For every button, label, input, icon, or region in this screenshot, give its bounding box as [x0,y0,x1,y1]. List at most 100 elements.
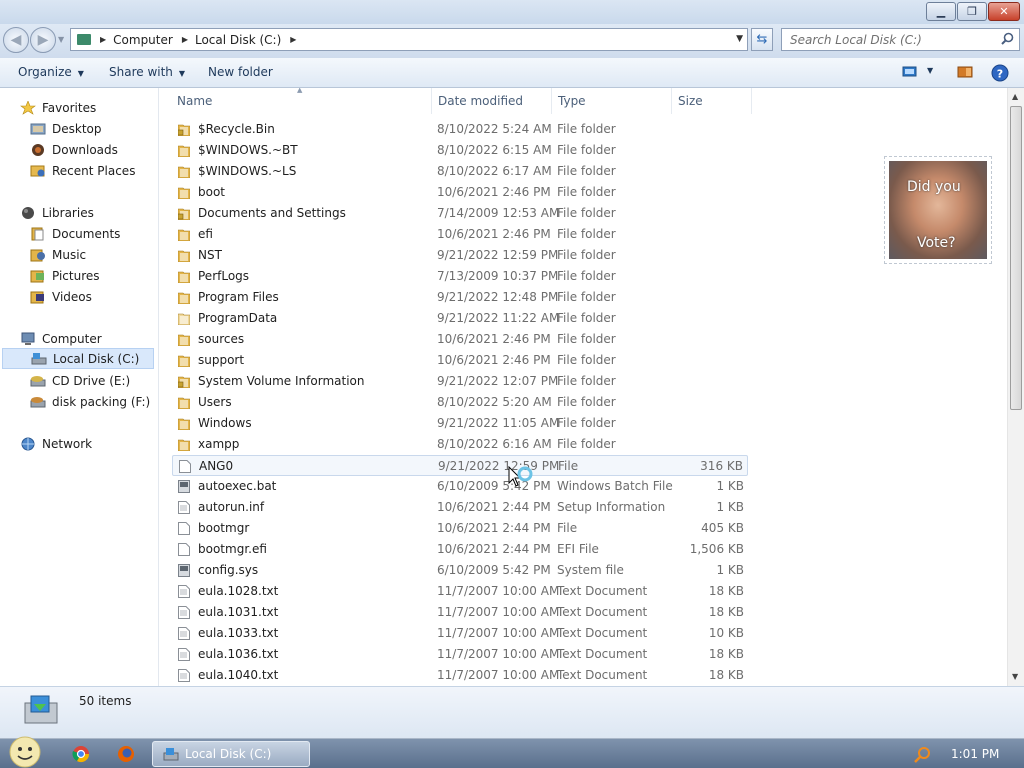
view-options-dropdown-icon[interactable]: ▼ [927,66,933,75]
file-row[interactable]: eula.1028.txt 11/7/2007 10:00 AM Text Docu… [172,581,748,602]
file-type: EFI File [557,542,599,556]
address-dropdown-icon[interactable]: ▼ [736,34,743,44]
pictures-library-icon [30,270,44,282]
column-header-size[interactable]: Size [672,88,752,114]
text-file-icon [178,501,190,514]
picture-caption-line1: Did you [907,179,961,195]
search-icon[interactable] [1001,32,1014,45]
nav-local-disk-label: Local Disk (C:) [53,351,140,366]
breadcrumb-chevron-icon[interactable]: ▶ [182,35,188,44]
nav-computer[interactable]: Computer [20,328,178,349]
file-type: Text Document [557,626,648,640]
svg-text:?: ? [997,68,1003,81]
maximize-button[interactable]: ❐ [957,2,987,21]
file-row[interactable]: $WINDOWS.~BT 8/10/2022 6:15 AM File folder [172,140,748,161]
start-button-icon[interactable] [6,735,44,768]
file-row[interactable]: Program Files 9/21/2022 12:48 PM File fold… [172,287,748,308]
file-size: 405 KB [701,521,744,535]
column-header-date[interactable]: Date modified [432,88,552,114]
nav-libraries[interactable]: Libraries [20,202,178,223]
file-type: File [557,521,578,535]
file-row[interactable]: Windows 9/21/2022 11:05 AM File folder [172,413,748,434]
file-row[interactable]: System Volume Information 9/21/2022 12:07… [172,371,748,392]
new-folder-button[interactable]: New folder [208,65,273,79]
file-type: System file [557,563,624,577]
scroll-down-icon[interactable]: ▼ [1012,672,1018,681]
file-row[interactable]: bootmgr.efi 10/6/2021 2:44 PM EFI File 1,50… [172,539,748,560]
nav-disk-packing-label: disk packing (F:) [52,394,151,409]
wallpaper-image: Did you Vote? [884,156,992,264]
text-file-icon [178,585,190,598]
downloads-icon [32,143,44,156]
nav-network[interactable]: Network [20,433,178,454]
file-row[interactable]: $WINDOWS.~LS 8/10/2022 6:17 AM File folder [172,161,748,182]
change-view-icon[interactable] [902,66,918,78]
file-row[interactable]: eula.1036.txt 11/7/2007 10:00 AM Text Docu… [172,644,748,665]
file-row[interactable]: eula.1031.txt 11/7/2007 10:00 AM Text Docu… [172,602,748,623]
forward-button[interactable]: ▶ [30,27,56,53]
breadcrumb-chevron-icon[interactable]: ▶ [100,35,106,44]
file-row[interactable]: Documents and Settings 7/14/2009 12:53 AM… [172,203,748,224]
nav-local-disk-c[interactable]: Local Disk (C:) [2,348,154,369]
locked-folder-icon [178,376,190,388]
share-with-menu[interactable]: Share with ▼ [109,65,185,79]
file-row[interactable]: bootmgr 10/6/2021 2:44 PM File 405 KB [172,518,748,539]
file-row[interactable]: autorun.inf 10/6/2021 2:44 PM Setup Inform… [172,497,748,518]
text-file-icon [178,627,190,640]
tray-search-icon[interactable] [914,746,932,764]
libraries-icon [22,206,34,219]
local-disk-icon [31,352,47,364]
back-button[interactable]: ◀ [3,27,29,53]
firefox-icon[interactable] [117,745,135,763]
file-row[interactable]: eula.1033.txt 11/7/2007 10:00 AM Text Docu… [172,623,748,644]
file-date-modified: 10/6/2021 2:46 PM [437,353,551,367]
file-row[interactable]: PerfLogs 7/13/2009 10:37 PM File folder [172,266,748,287]
recent-pages-dropdown[interactable]: ▼ [58,35,64,44]
close-button[interactable]: ✕ [988,2,1020,21]
breadcrumb-local-disk[interactable]: Local Disk (C:) [195,33,281,47]
file-date-modified: 8/10/2022 6:17 AM [437,164,552,178]
file-name: boot [198,185,226,199]
address-bar[interactable]: ▶ Computer ▶ Local Disk (C:) ▶ ▼ [70,28,748,51]
file-type: File folder [557,374,616,388]
column-header-name[interactable]: Name ▲ [160,88,432,114]
column-size-label: Size [678,94,703,108]
file-row[interactable]: efi 10/6/2021 2:46 PM File folder [172,224,748,245]
folder-icon [178,187,190,199]
organize-menu[interactable]: Organize ▼ [18,65,84,79]
refresh-button[interactable]: ⇆ [751,28,773,51]
column-type-label: Type [558,94,586,108]
scroll-thumb[interactable] [1010,106,1022,410]
breadcrumb-chevron-icon[interactable]: ▶ [290,35,296,44]
file-row[interactable]: NST 9/21/2022 12:59 PM File folder [172,245,748,266]
file-row[interactable]: ProgramData 9/21/2022 11:22 AM File folder [172,308,748,329]
column-header-type[interactable]: Type [552,88,672,114]
file-row[interactable]: config.sys 6/10/2009 5:42 PM System file 1 … [172,560,748,581]
file-date-modified: 11/7/2007 10:00 AM [437,626,560,640]
file-row[interactable]: eula.1040.txt 11/7/2007 10:00 AM Text Docu… [172,665,748,686]
usb-drive-icon [30,396,46,407]
file-date-modified: 8/10/2022 6:15 AM [437,143,552,157]
scroll-up-icon[interactable]: ▲ [1012,92,1018,101]
file-row[interactable]: sources 10/6/2021 2:46 PM File folder [172,329,748,350]
system-file-icon [178,564,190,577]
file-type: File folder [557,143,616,157]
file-row[interactable]: support 10/6/2021 2:46 PM File folder [172,350,748,371]
nav-favorites[interactable]: Favorites [20,97,178,118]
file-row[interactable]: xampp 8/10/2022 6:16 AM File folder [172,434,748,455]
minimize-button[interactable]: ▁ [926,2,956,21]
vertical-scrollbar[interactable]: ▲ ▼ [1007,88,1024,686]
forward-arrow-icon: ▶ [37,32,49,48]
file-row[interactable]: autoexec.bat 6/10/2009 5:42 PM Windows Bat… [172,476,748,497]
file-row[interactable]: ANG0 9/21/2022 12:59 PM File 316 KB [172,455,748,476]
breadcrumb-computer[interactable]: Computer [113,33,173,47]
preview-pane-icon[interactable] [957,66,973,78]
taskbar-explorer-window[interactable]: Local Disk (C:) [152,741,310,767]
file-row[interactable]: $Recycle.Bin 8/10/2022 5:24 AM File folder [172,119,748,140]
search-input[interactable]: Search Local Disk (C:) [781,28,1020,51]
file-row[interactable]: Users 8/10/2022 5:20 AM File folder [172,392,748,413]
system-clock[interactable]: 1:01 PM [951,747,999,761]
file-row[interactable]: boot 10/6/2021 2:46 PM File folder [172,182,748,203]
help-icon[interactable]: ? [991,64,1009,82]
chrome-icon[interactable] [72,745,90,763]
